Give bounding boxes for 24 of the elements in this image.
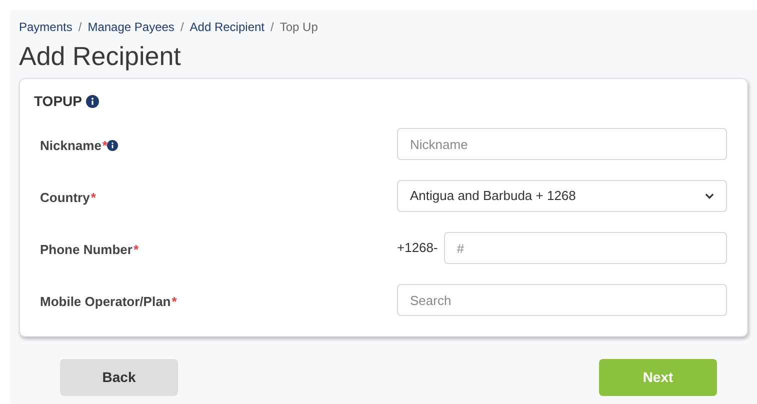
text-field[interactable]: Search — [397, 284, 727, 316]
required-mark: * — [133, 241, 139, 259]
section-title: TOPUP — [34, 92, 82, 111]
phone-prefix: +1268- — [397, 239, 438, 258]
field-label: Country — [40, 189, 90, 207]
country-dropdown[interactable]: Antigua and Barbuda + 1268 — [397, 180, 727, 212]
chevron-down-icon — [705, 193, 714, 199]
required-mark: * — [102, 137, 108, 155]
breadcrumb-separator: / — [78, 19, 82, 36]
required-mark: * — [172, 293, 177, 311]
field-label: Phone Number — [40, 241, 132, 259]
breadcrumb-link[interactable]: Add Recipient — [190, 18, 264, 36]
text-field[interactable]: Nickname — [397, 128, 727, 160]
required-mark: * — [90, 189, 96, 207]
breadcrumb-link[interactable]: Payments — [19, 18, 72, 36]
field-label: Mobile Operator/Plan — [40, 293, 171, 311]
page-title: Add Recipient — [19, 40, 182, 72]
breadcrumb-separator: / — [180, 19, 184, 36]
breadcrumb-link[interactable]: Manage Payees — [88, 18, 174, 36]
back-button[interactable]: Back — [60, 359, 178, 396]
field-label: Nickname — [40, 137, 102, 155]
breadcrumb-current: Top Up — [280, 19, 318, 36]
phone-field[interactable]: # — [444, 232, 727, 264]
breadcrumb-separator: / — [270, 19, 274, 36]
